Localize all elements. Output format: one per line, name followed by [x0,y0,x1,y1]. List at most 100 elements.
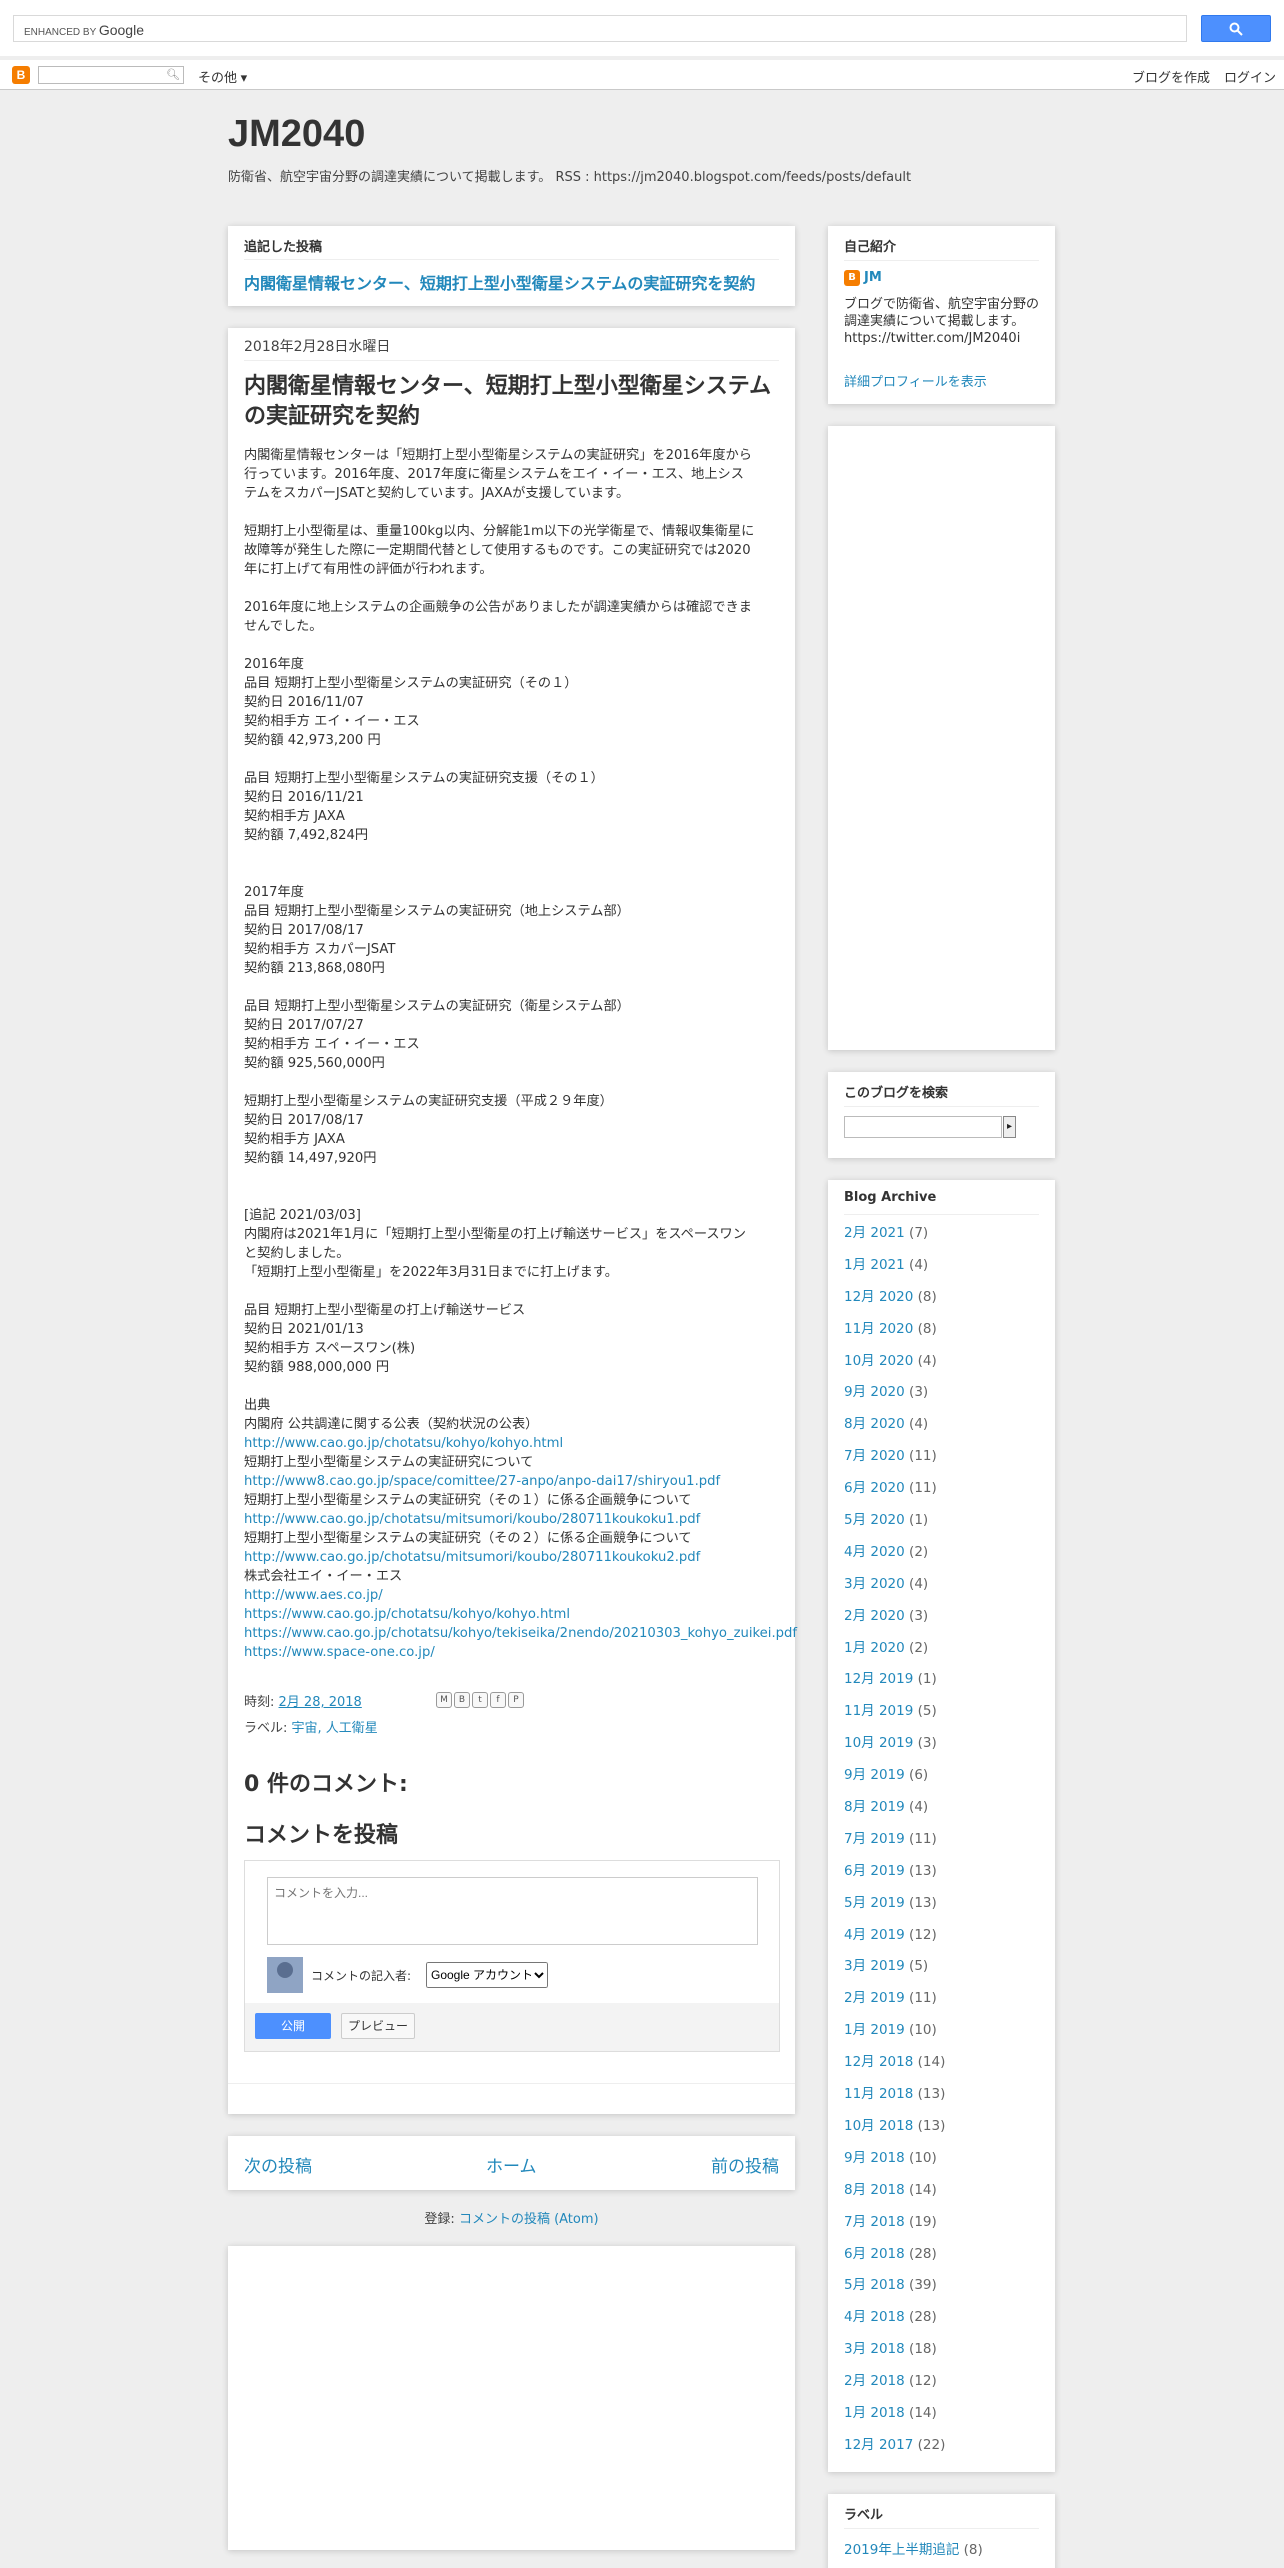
label-item-link[interactable]: 2019年上半期追記 [844,2542,959,2558]
archive-item: 5月 2018 (39) [844,2276,945,2308]
source-link[interactable]: https://www.space-one.co.jp/ [244,1643,784,1662]
source-link[interactable]: http://www.cao.go.jp/chotatsu/kohyo/kohy… [244,1434,784,1453]
archive-month-link[interactable]: 4月 2020 [844,1544,905,1560]
comment-account-select[interactable]: Google アカウント [426,1962,548,1988]
archive-month-link[interactable]: 9月 2018 [844,2150,905,2166]
login-link[interactable]: ログイン [1224,67,1276,86]
more-menu[interactable]: その他 ▾ [198,67,247,86]
archive-month-link[interactable]: 11月 2020 [844,1321,913,1337]
archive-month-link[interactable]: 8月 2020 [844,1416,905,1432]
archive-count: (13) [909,1862,937,1879]
post-body-line: 内閣衛星情報センターは「短期打上型小型衛星システムの実証研究」を2016年度から [244,448,752,463]
post-permalink[interactable]: 2月 28, 2018 [279,1695,362,1710]
twitter-icon[interactable]: t [472,1692,488,1708]
post-body-line: 品目 短期打上型小型衛星システムの実証研究（地上システム部） [244,904,630,919]
archive-count: (39) [909,2277,937,2294]
archive-month-link[interactable]: 1月 2019 [844,2022,905,2038]
divider [244,360,779,361]
source-link[interactable]: http://www8.cao.go.jp/space/comittee/27-… [244,1472,784,1491]
archive-month-link[interactable]: 7月 2019 [844,1831,905,1847]
source-link[interactable]: http://www.aes.co.jp/ [244,1586,784,1605]
source-link[interactable]: https://www.cao.go.jp/chotatsu/kohyo/koh… [244,1605,784,1624]
post-body-line: 2017年度 [244,885,304,900]
archive-month-link[interactable]: 3月 2018 [844,2341,905,2357]
archive-month-link[interactable]: 4月 2018 [844,2309,905,2325]
facebook-icon[interactable]: f [490,1692,506,1708]
archive-month-link[interactable]: 2月 2018 [844,2373,905,2389]
source-link[interactable]: http://www.cao.go.jp/chotatsu/mitsumori/… [244,1548,784,1567]
archive-month-link[interactable]: 8月 2019 [844,1799,905,1815]
archive-item: 2月 2018 (12) [844,2372,945,2404]
blog-search-button[interactable]: ▸ [1003,1116,1016,1138]
archive-month-link[interactable]: 1月 2020 [844,1640,905,1656]
post-body-line [244,750,784,769]
archive-month-link[interactable]: 1月 2018 [844,2405,905,2421]
archive-month-link[interactable]: 12月 2018 [844,2054,913,2070]
older-post-link[interactable]: 前の投稿 [711,2152,779,2177]
archive-month-link[interactable]: 9月 2020 [844,1384,905,1400]
archive-month-link[interactable]: 3月 2019 [844,1958,905,1974]
archive-month-link[interactable]: 6月 2019 [844,1863,905,1879]
blog-title[interactable]: JM2040 [228,113,365,156]
preview-button[interactable]: プレビュー [341,2013,415,2039]
source-link[interactable]: https://www.cao.go.jp/chotatsu/kohyo/tek… [244,1624,797,1643]
google-search-button[interactable] [1201,15,1271,42]
archive-item: 10月 2020 (4) [844,1352,945,1384]
archive-month-link[interactable]: 2月 2021 [844,1225,905,1241]
post-body-line: 契約日 2017/08/17 [244,1113,364,1128]
archive-month-link[interactable]: 4月 2019 [844,1927,905,1943]
archive-count: (14) [909,2404,937,2421]
label-item-count: (8) [963,2542,983,2558]
archive-month-link[interactable]: 12月 2017 [844,2437,913,2453]
archive-count: (10) [909,2149,937,2166]
navbar-search-input[interactable]: 🔍︎ [38,66,184,84]
archive-month-link[interactable]: 5月 2019 [844,1895,905,1911]
label-links[interactable]: 宇宙, 人工衛星 [292,1721,378,1736]
archive-month-link[interactable]: 11月 2019 [844,1703,913,1719]
archive-month-link[interactable]: 7月 2018 [844,2214,905,2230]
blog-search-input[interactable] [844,1116,1002,1138]
publish-button[interactable]: 公開 [255,2013,331,2039]
archive-month-link[interactable]: 12月 2019 [844,1671,913,1687]
archive-month-link[interactable]: 2月 2020 [844,1608,905,1624]
post-body-line: 品目 短期打上型小型衛星システムの実証研究（その１） [244,676,578,691]
archive-month-link[interactable]: 10月 2018 [844,2118,913,2134]
newer-post-link[interactable]: 次の投稿 [244,2152,312,2177]
pinterest-icon[interactable]: P [508,1692,524,1708]
archive-month-link[interactable]: 9月 2019 [844,1767,905,1783]
archive-item: 1月 2020 (2) [844,1639,945,1671]
email-icon[interactable]: M [436,1692,452,1708]
post-body-line: 短期打上型小型衛星システムの実証研究（その２）に係る企画競争について [244,1531,692,1546]
atom-feed-link[interactable]: コメントの投稿 (Atom) [459,2212,599,2227]
archive-item: 3月 2018 (18) [844,2340,945,2372]
archive-month-link[interactable]: 10月 2020 [844,1353,913,1369]
archive-month-link[interactable]: 3月 2020 [844,1576,905,1592]
featured-post-link[interactable]: 内閣衛星情報センター、短期打上型小型衛星システムの実証研究を契約 [244,270,755,294]
archive-item: 4月 2020 (2) [844,1543,945,1575]
archive-month-link[interactable]: 12月 2020 [844,1289,913,1305]
archive-month-link[interactable]: 2月 2019 [844,1990,905,2006]
archive-month-link[interactable]: 5月 2018 [844,2277,905,2293]
archive-month-link[interactable]: 8月 2018 [844,2182,905,2198]
view-full-profile-link[interactable]: 詳細プロフィールを表示 [844,371,987,390]
google-search-input[interactable]: ENHANCED BY Google [13,15,1187,42]
comment-textarea[interactable] [267,1877,758,1945]
archive-item: 4月 2018 (28) [844,2308,945,2340]
archive-month-link[interactable]: 10月 2019 [844,1735,913,1751]
archive-month-link[interactable]: 11月 2018 [844,2086,913,2102]
search-icon[interactable]: 🔍︎ [166,68,180,81]
archive-month-link[interactable]: 7月 2020 [844,1448,905,1464]
blogger-logo-icon[interactable]: B [12,66,30,84]
post-body-line [244,1377,784,1396]
archive-month-link[interactable]: 6月 2018 [844,2246,905,2262]
blogthis-icon[interactable]: B [454,1692,470,1708]
post-body-line [244,636,784,655]
archive-count: (14) [917,2054,946,2071]
profile-name-link[interactable]: JM [864,270,882,285]
archive-month-link[interactable]: 1月 2021 [844,1257,905,1273]
archive-month-link[interactable]: 6月 2020 [844,1480,905,1496]
source-link[interactable]: http://www.cao.go.jp/chotatsu/mitsumori/… [244,1510,784,1529]
home-link[interactable]: ホーム [486,2152,537,2177]
create-blog-link[interactable]: ブログを作成 [1132,67,1210,86]
archive-month-link[interactable]: 5月 2020 [844,1512,905,1528]
